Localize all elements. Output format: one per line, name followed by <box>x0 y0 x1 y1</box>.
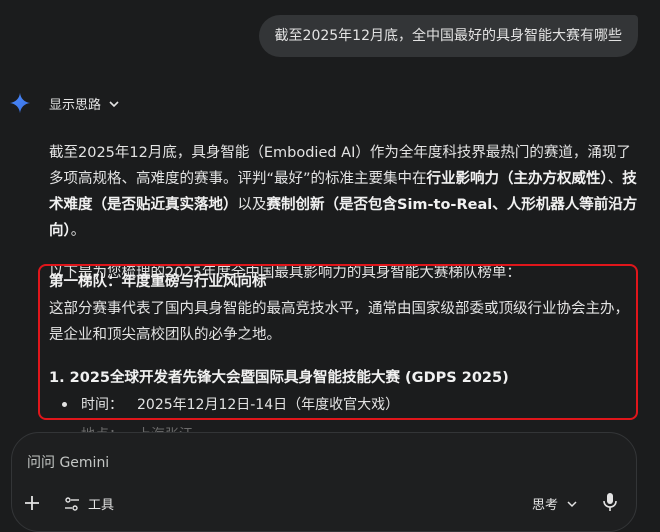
chevron-down-icon <box>109 100 119 107</box>
tools-label: 工具 <box>88 498 115 513</box>
gemini-sparkle-icon <box>9 92 31 114</box>
intro-sep2: 以及 <box>237 197 267 213</box>
tier1-item1-title: 1. 2025全球开发者先锋大会暨国际具身智能技能大赛 (GDPS 2025) <box>49 370 509 386</box>
response-intro: 截至2025年12月底，具身智能（Embodied AI）作为全年度科技界最热门… <box>49 140 643 244</box>
chevron-down-icon <box>567 500 577 507</box>
time-label: 时间： <box>81 397 123 413</box>
tier1-title: 第一梯队：年度重磅与行业风向标 <box>49 274 267 290</box>
model-select-button[interactable]: 思考 <box>532 494 578 513</box>
add-icon[interactable] <box>22 493 42 513</box>
tools-sliders-icon <box>65 496 79 511</box>
user-message-bubble: 截至2025年12月底，全中国最好的具身智能大赛有哪些 <box>258 15 638 57</box>
bullet-dot <box>62 401 67 407</box>
show-thinking-toggle[interactable]: 显示思路 <box>49 94 121 113</box>
prompt-input-placeholder[interactable]: 问问 Gemini <box>27 452 109 472</box>
model-label: 思考 <box>532 498 559 513</box>
intro-end: 。 <box>70 223 86 239</box>
tier1-description: 这部分赛事代表了国内具身智能的最高竞技水平，通常由国家级部委或顶级行业协会主办，… <box>49 301 629 343</box>
list-item-time: 时间： 2025年12月12日-14日（年度收官大戏） <box>62 394 399 414</box>
intro-sep: 、 <box>607 171 623 187</box>
tools-button[interactable]: 工具 <box>64 494 114 513</box>
intro-bold-influence: 行业影响力（主办方权威性） <box>426 171 608 187</box>
time-value: 2025年12月12日-14日（年度收官大戏） <box>137 397 400 413</box>
prompt-input-box[interactable] <box>11 432 637 532</box>
microphone-icon[interactable] <box>601 492 619 512</box>
show-thinking-label: 显示思路 <box>49 98 102 113</box>
